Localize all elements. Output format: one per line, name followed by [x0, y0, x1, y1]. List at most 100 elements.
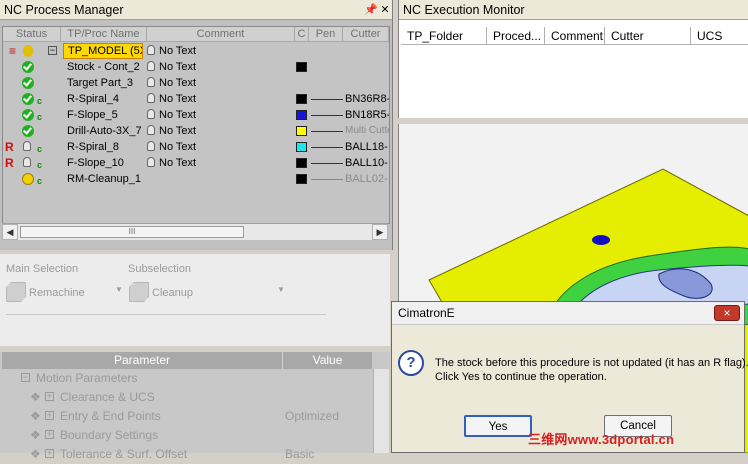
tree-row-target[interactable]: Target Part_3 No Text: [3, 75, 389, 91]
param-row-boundary[interactable]: ❖ + Boundary Settings: [0, 426, 372, 445]
main-selection-dropdown[interactable]: Remachine ▼: [4, 281, 124, 303]
tree-item-name[interactable]: TP_MODEL (5X): [63, 43, 143, 59]
color-swatch[interactable]: [296, 142, 307, 152]
tree-item-name[interactable]: R-Spiral_8: [67, 139, 147, 155]
bulb-icon[interactable]: [147, 61, 155, 71]
pen-line: [311, 99, 343, 100]
bulb-icon[interactable]: [147, 141, 155, 151]
expand-icon[interactable]: +: [45, 430, 54, 439]
param-value: Optimized: [285, 409, 340, 423]
horizontal-scrollbar[interactable]: ◀ III ▶: [2, 223, 388, 240]
color-swatch[interactable]: [296, 62, 307, 72]
tree-item-name[interactable]: Target Part_3: [67, 75, 147, 91]
bulb-icon[interactable]: [147, 125, 155, 135]
column-header-cutter[interactable]: Cutter: [343, 27, 389, 42]
param-value: Basic: [285, 447, 315, 461]
collapse-icon[interactable]: −: [21, 373, 30, 382]
tree-item-name[interactable]: RM-Cleanup_1: [67, 171, 147, 187]
pen-line: [311, 115, 343, 116]
collapse-icon[interactable]: −: [48, 46, 57, 55]
tree-item-name[interactable]: Drill-Auto-3X_7: [67, 123, 147, 139]
tree-row-r-spiral-4[interactable]: c R-Spiral_4 No Text BN36R8-: [3, 91, 389, 107]
column-header-name[interactable]: TP/Proc Name: [61, 27, 147, 42]
process-tree-grid: Status TP/Proc Name Comment C Pen Cutter…: [2, 26, 390, 224]
column-header-tp-folder[interactable]: TP_Folder: [401, 27, 487, 45]
c-flag: c: [37, 112, 43, 122]
color-swatch[interactable]: [296, 158, 307, 168]
tree-row-f-slope-10[interactable]: R c F-Slope_10 No Text BALL10-: [3, 155, 389, 171]
column-header-parameter[interactable]: Parameter: [2, 352, 283, 369]
column-header-procedure[interactable]: Proced...: [487, 27, 545, 45]
tree-row-r-spiral-8[interactable]: R c R-Spiral_8 No Text BALL18-: [3, 139, 389, 155]
chevron-down-icon: ▼: [115, 285, 123, 294]
subselection-label: Subselection: [128, 263, 191, 275]
tree-row-f-slope-5[interactable]: c F-Slope_5 No Text BN18R5-: [3, 107, 389, 123]
bulb-icon[interactable]: [147, 93, 155, 103]
tree-row-rm-cleanup[interactable]: c RM-Cleanup_1 BALL02-: [3, 171, 389, 187]
tree-row-drill-auto[interactable]: Drill-Auto-3X_7 No Text Multi Cutte: [3, 123, 389, 139]
r-flag: R: [5, 156, 14, 170]
column-header-ucs[interactable]: UCS: [691, 27, 748, 45]
column-header-comment[interactable]: Comment: [545, 27, 605, 45]
param-row-clearance[interactable]: ❖ + Clearance & UCS: [0, 388, 372, 407]
param-label: Clearance & UCS: [60, 390, 155, 404]
column-header-value[interactable]: Value: [283, 352, 372, 369]
tree-item-comment: No Text: [159, 141, 197, 153]
tree-item-name[interactable]: R-Spiral_4: [67, 91, 147, 107]
column-header-pen[interactable]: Pen: [309, 27, 343, 42]
column-header-cutter[interactable]: Cutter: [605, 27, 691, 45]
color-swatch[interactable]: [296, 174, 307, 184]
status-check-icon: [22, 109, 34, 121]
bulb-icon[interactable]: [147, 109, 155, 119]
tree-row-model[interactable]: ≡ − TP_MODEL (5X) No Text: [3, 43, 389, 59]
param-group-icon: ❖: [30, 428, 41, 442]
status-bulb-icon: [23, 141, 31, 151]
param-group-icon: ❖: [30, 390, 41, 404]
param-row-entry-end[interactable]: ❖ + Entry & End Points Optimized: [0, 407, 372, 426]
tree-item-comment: No Text: [159, 157, 197, 169]
divider: [6, 314, 326, 315]
dialog-message-line1: The stock before this procedure is not u…: [435, 357, 748, 369]
tree-item-name[interactable]: Stock - Cont_2: [67, 59, 147, 75]
column-header-color[interactable]: C: [295, 27, 309, 42]
pin-icon[interactable]: 📌: [364, 3, 378, 17]
status-pending-icon: [22, 173, 34, 185]
process-manager-titlebar: NC Process Manager 📌 ✕: [0, 0, 392, 20]
tree-item-cutter: BALL18-: [345, 141, 388, 153]
drill-hole: [592, 235, 610, 245]
expand-icon[interactable]: +: [45, 411, 54, 420]
chevron-down-icon: ▼: [277, 285, 285, 294]
scroll-left-icon[interactable]: ◀: [2, 224, 18, 240]
dialog-close-button[interactable]: ×: [714, 305, 740, 321]
tree-item-comment: No Text: [159, 109, 197, 121]
tree-item-name[interactable]: F-Slope_10: [67, 155, 147, 171]
bulb-icon[interactable]: [147, 45, 155, 55]
param-row-motion[interactable]: − Motion Parameters: [0, 369, 372, 388]
tree-row-stock[interactable]: Stock - Cont_2 No Text: [3, 59, 389, 75]
column-header-status[interactable]: Status: [3, 27, 61, 42]
param-group-icon: ❖: [30, 447, 41, 461]
tree-item-comment: No Text: [159, 45, 197, 57]
column-header-comment[interactable]: Comment: [147, 27, 295, 42]
param-row-tolerance[interactable]: ❖ + Tolerance & Surf. Offset Basic: [0, 445, 372, 464]
bulb-icon[interactable]: [147, 77, 155, 87]
param-label: Entry & End Points: [60, 409, 161, 423]
close-icon[interactable]: ✕: [378, 3, 392, 17]
tree-item-name[interactable]: F-Slope_5: [67, 107, 147, 123]
bulb-icon[interactable]: [147, 157, 155, 167]
yes-button[interactable]: Yes: [464, 415, 532, 437]
selection-panel: Main Selection Subselection Remachine ▼ …: [0, 254, 390, 346]
color-swatch[interactable]: [296, 94, 307, 104]
expand-icon[interactable]: +: [45, 392, 54, 401]
c-flag: c: [37, 176, 43, 186]
scroll-right-icon[interactable]: ▶: [372, 224, 388, 240]
tree-item-cutter: BN36R8-: [345, 93, 389, 105]
scroll-thumb[interactable]: III: [20, 226, 244, 238]
vertical-scrollbar[interactable]: [373, 369, 389, 453]
tree-item-cutter: BN18R5-: [345, 109, 389, 121]
subselection-value: Cleanup: [152, 287, 193, 299]
color-swatch[interactable]: [296, 126, 307, 136]
color-swatch[interactable]: [296, 110, 307, 120]
expand-icon[interactable]: +: [45, 449, 54, 458]
subselection-dropdown[interactable]: Cleanup ▼: [127, 281, 289, 303]
